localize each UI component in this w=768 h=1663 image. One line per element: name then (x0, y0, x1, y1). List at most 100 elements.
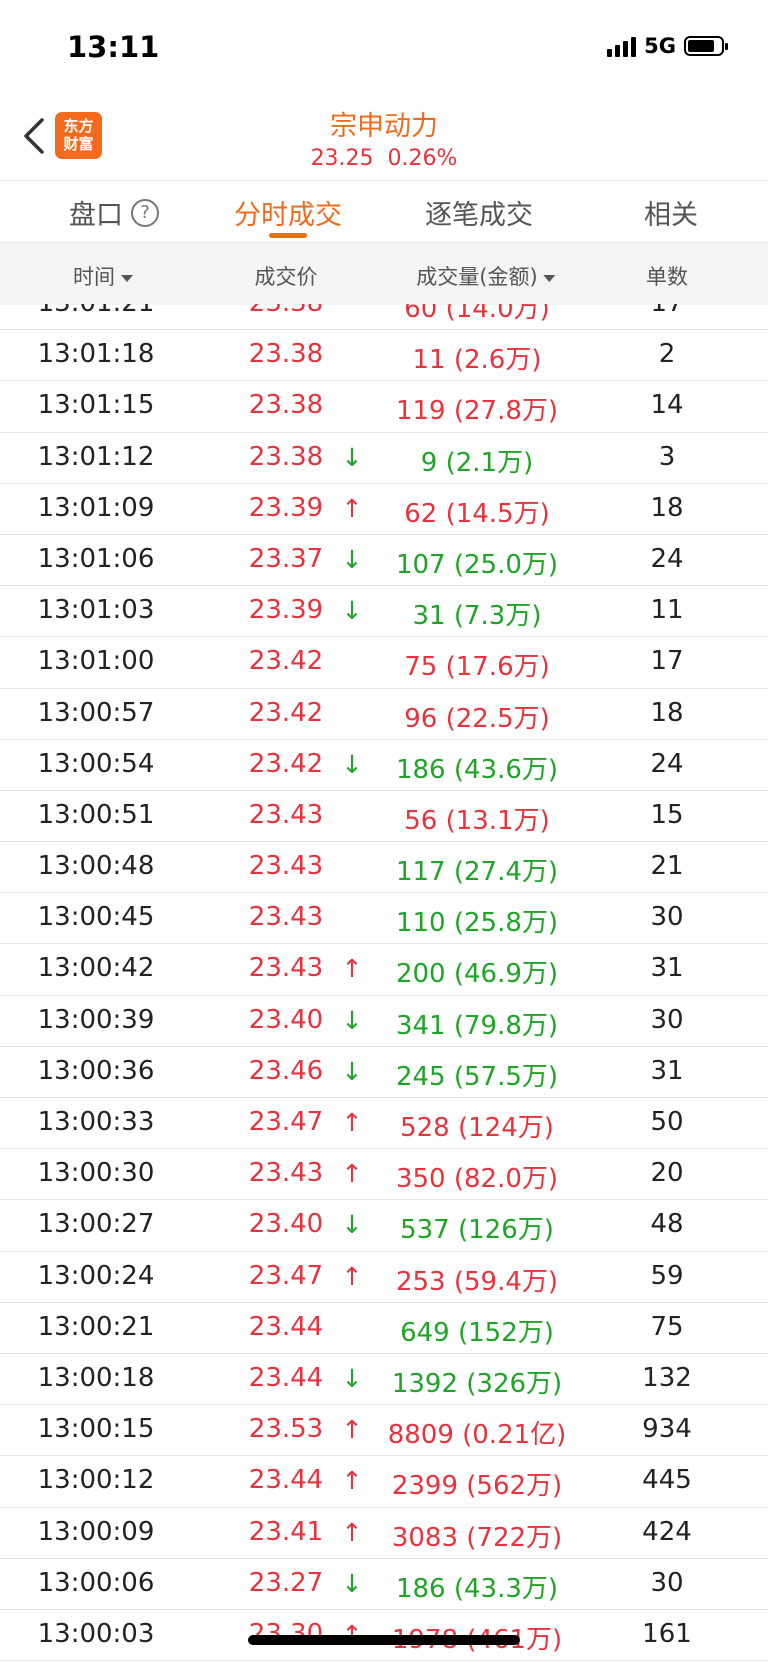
trade-row: 13:00:33 23.47 ↑ 528 (124万) 50 (0, 1098, 768, 1150)
trade-time: 13:00:48 (37, 851, 155, 882)
trade-time: 13:00:12 (37, 1465, 155, 1496)
arrow-down-icon: ↓ (341, 1005, 363, 1035)
trade-volume: 528 (124万) (400, 1113, 554, 1143)
arrow-down-icon: ↓ (341, 442, 363, 472)
trade-time: 13:01:12 (37, 441, 155, 472)
tab-time-sales[interactable]: 分时成交 (234, 193, 342, 232)
trade-time: 13:01:03 (37, 595, 155, 626)
trade-count: 14 (650, 390, 684, 421)
stock-price: 23.25 (310, 146, 374, 171)
trade-volume: 56 (13.1万) (404, 805, 550, 836)
home-indicator[interactable] (248, 1635, 520, 1645)
trade-time: 13:00:30 (37, 1158, 155, 1189)
arrow-up-icon: ↑ (341, 493, 363, 523)
trade-price: 23.43 (248, 1158, 324, 1189)
trade-row: 13:00:54 23.42 ↓ 186 (43.6万) 24 (0, 740, 768, 791)
trade-count: 161 (642, 1618, 692, 1649)
trade-volume: 537 (126万) (400, 1215, 554, 1246)
trade-row: 13:00:45 23.43 110 (25.8万) 30 (0, 893, 768, 945)
tab-order-book[interactable]: 盘口 ? (69, 193, 159, 232)
trade-count: 24 (650, 748, 684, 779)
tab-tick-trades[interactable]: 逐笔成交 (425, 193, 533, 232)
trade-price: 23.38 (248, 441, 324, 472)
trade-volume: 649 (152万) (400, 1317, 554, 1348)
trade-count: 30 (650, 1567, 684, 1598)
trade-price: 23.44 (248, 1311, 324, 1342)
trade-row: 13:00:42 23.43 ↑ 200 (46.9万) 31 (0, 944, 768, 996)
trade-price: 23.47 (248, 1260, 324, 1291)
trade-volume: 1392 (326万) (391, 1368, 563, 1399)
arrow-down-icon: ↓ (341, 1568, 363, 1598)
trade-list[interactable]: 13:01:21 23.38 60 (14.0万) 17 13:01:18 23.38 11… (0, 304, 768, 1663)
arrow-down-icon: ↓ (341, 1210, 363, 1240)
trade-count: 18 (650, 492, 684, 523)
trade-count: 30 (650, 1004, 684, 1035)
trade-volume: 119 (27.8万) (395, 396, 559, 427)
trade-row: 13:01:09 23.39 ↑ 62 (14.5万) 18 (0, 484, 768, 535)
trade-row: 13:00:57 23.42 96 (22.5万) 18 (0, 689, 768, 740)
trade-time: 13:00:24 (37, 1260, 155, 1291)
trade-row: 13:00:21 23.44 649 (152万) 75 (0, 1303, 768, 1354)
trade-row: 13:01:15 23.38 119 (27.8万) 14 (0, 381, 768, 433)
arrow-down-icon: ↓ (341, 1056, 363, 1086)
column-price: 成交价 (255, 261, 318, 291)
column-label: 成交量(金额) (416, 265, 538, 289)
column-label: 单数 (646, 265, 688, 289)
arrow-up-icon: ↑ (341, 1466, 363, 1496)
column-time-sort[interactable]: 时间 (73, 261, 133, 291)
trade-volume: 107 (25.0万) (395, 549, 559, 580)
nav-header: 东方 财富 宗申动力 23.25 0.26% (0, 96, 768, 181)
status-bar: 13:11 5G (0, 0, 768, 96)
trade-count: 30 (650, 902, 684, 933)
tab-label: 相关 (644, 200, 698, 231)
column-label: 时间 (73, 265, 115, 289)
trade-price: 23.39 (248, 595, 324, 626)
trade-time: 13:00:06 (37, 1567, 155, 1598)
trade-time: 13:01:15 (37, 390, 155, 421)
trade-count: 24 (650, 543, 684, 574)
status-icons: 5G (607, 34, 728, 58)
arrow-down-icon: ↓ (341, 544, 363, 574)
tab-label: 盘口 (69, 200, 123, 231)
trade-time: 13:01:21 (38, 304, 155, 318)
battery-level (688, 40, 714, 52)
trade-time: 13:00:45 (37, 902, 155, 933)
stock-quote: 23.25 0.26% (0, 146, 768, 171)
trade-count: 15 (650, 799, 684, 830)
trade-volume: 117 (27.4万) (395, 857, 559, 888)
question-mark-icon[interactable]: ? (131, 198, 159, 227)
trade-time: 13:00:27 (37, 1209, 155, 1240)
trade-time: 13:00:51 (37, 799, 155, 830)
sort-caret-icon (121, 274, 133, 282)
arrow-up-icon: ↑ (341, 1108, 363, 1137)
column-header: 时间 成交价 成交量(金额) 单数 (0, 242, 768, 305)
trade-time: 13:00:54 (37, 748, 155, 779)
trade-price: 23.37 (248, 543, 324, 574)
trade-time: 13:01:09 (37, 492, 155, 523)
trade-time: 13:01:00 (37, 646, 155, 677)
stock-name: 宗申动力 (330, 111, 438, 142)
trade-volume: 245 (57.5万) (395, 1061, 559, 1092)
trade-row: 13:00:36 23.46 ↓ 245 (57.5万) 31 (0, 1047, 768, 1098)
network-type: 5G (644, 34, 676, 58)
trade-volume: 186 (43.6万) (395, 754, 559, 785)
trade-price: 23.38 (248, 339, 324, 370)
column-volume-sort[interactable]: 成交量(金额) (416, 261, 556, 291)
trade-volume: 31 (7.3万) (412, 601, 542, 632)
trade-time: 13:00:42 (37, 953, 155, 984)
tab-related[interactable]: 相关 (644, 193, 698, 232)
trade-price: 23.43 (248, 799, 324, 830)
trade-count: 75 (650, 1311, 684, 1342)
trade-volume: 350 (82.0万) (395, 1164, 559, 1195)
arrow-down-icon: ↓ (341, 1363, 363, 1393)
trade-row: 13:00:51 23.43 56 (13.1万) 15 (0, 791, 768, 843)
trade-volume: 62 (14.5万) (404, 498, 550, 529)
trade-count: 59 (650, 1260, 684, 1291)
arrow-up-icon: ↑ (341, 1159, 363, 1189)
battery-icon (684, 36, 728, 56)
sort-caret-icon (543, 274, 556, 282)
trade-price: 23.44 (248, 1465, 324, 1496)
tab-label: 分时成交 (234, 200, 342, 231)
trade-row: 13:00:09 23.41 ↑ 3083 (722万) 424 (0, 1508, 768, 1559)
trade-price: 23.47 (248, 1107, 324, 1137)
